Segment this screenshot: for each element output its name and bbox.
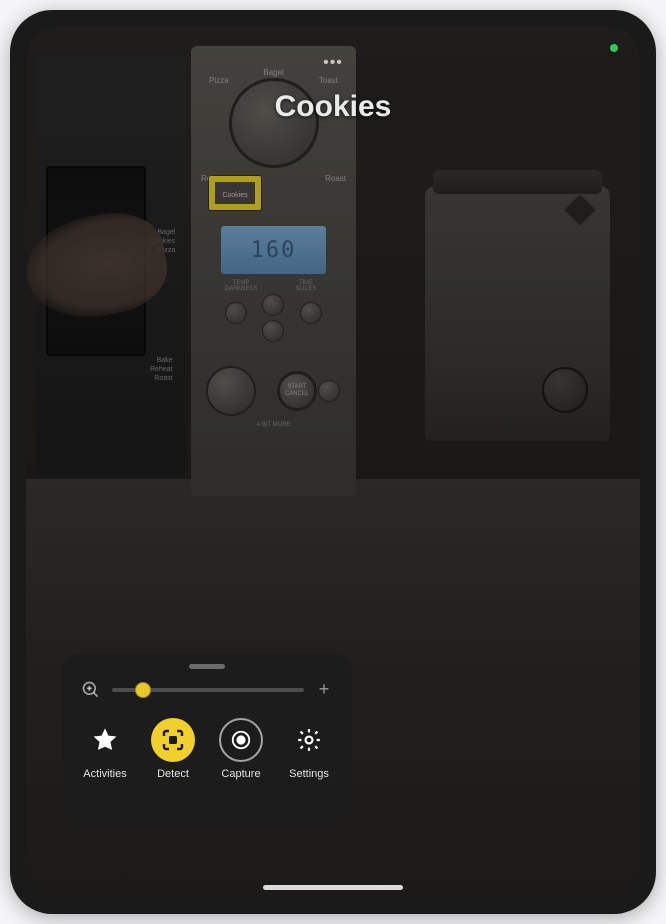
zoom-slider[interactable] — [112, 688, 304, 692]
mode-capture-label: Capture — [221, 768, 260, 780]
zoom-plus-icon[interactable]: + — [314, 679, 334, 700]
more-menu-icon[interactable]: ••• — [323, 54, 343, 72]
mode-row: Activities Detect — [74, 712, 340, 780]
home-indicator[interactable] — [263, 885, 403, 890]
mode-activities[interactable]: Activities — [74, 718, 136, 780]
mode-capture[interactable]: Capture — [210, 718, 272, 780]
camera-indicator-dot — [610, 44, 618, 52]
magnifier-icon[interactable] — [80, 680, 102, 700]
ipad-device-frame: Bagel Cookies Pizza Bake Reheat Roast Pi… — [10, 10, 656, 914]
zoom-slider-thumb[interactable] — [135, 682, 151, 698]
mode-detect-label: Detect — [157, 768, 189, 780]
zoom-row: + — [74, 679, 340, 712]
mode-settings[interactable]: Settings — [278, 718, 340, 780]
mode-activities-label: Activities — [83, 768, 126, 780]
controls-sheet: + Activities — [62, 654, 352, 822]
gear-icon — [287, 718, 331, 762]
mode-detect[interactable]: Detect — [142, 718, 204, 780]
detect-icon — [151, 718, 195, 762]
star-icon — [83, 718, 127, 762]
detection-title: Cookies — [275, 90, 392, 124]
screen: Bagel Cookies Pizza Bake Reheat Roast Pi… — [26, 26, 640, 898]
sheet-grabber[interactable] — [189, 664, 225, 669]
capture-icon — [219, 718, 263, 762]
mode-settings-label: Settings — [289, 768, 329, 780]
